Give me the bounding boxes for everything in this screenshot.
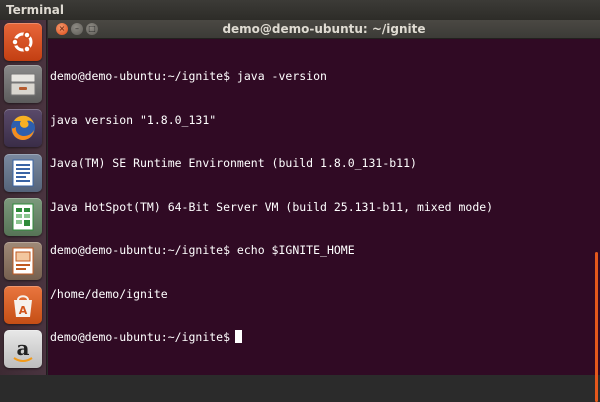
- ubuntu-software-icon[interactable]: A: [4, 286, 42, 324]
- terminal-line: demo@demo-ubuntu:~/ignite$ echo $IGNITE_…: [50, 243, 355, 257]
- launcher: A a: [0, 20, 47, 375]
- top-panel: Terminal: [0, 0, 600, 20]
- terminal-line: /home/demo/ignite: [50, 286, 168, 301]
- terminal-output[interactable]: demo@demo-ubuntu:~/ignite$ java -version…: [50, 40, 588, 375]
- active-app-title: Terminal: [6, 3, 65, 17]
- amazon-icon[interactable]: a: [4, 330, 42, 368]
- terminal-line: Java HotSpot(TM) 64-Bit Server VM (build…: [50, 199, 494, 214]
- libreoffice-impress-icon[interactable]: [4, 242, 42, 280]
- svg-text:A: A: [19, 304, 28, 317]
- libreoffice-calc-icon[interactable]: [4, 198, 42, 236]
- window-titlebar[interactable]: × – □ demo@demo-ubuntu: ~/ignite: [48, 20, 600, 39]
- terminal-prompt: demo@demo-ubuntu:~/ignite$: [50, 330, 231, 344]
- terminal-window: × – □ demo@demo-ubuntu: ~/ignite demo@de…: [48, 20, 600, 402]
- scrollbar[interactable]: [590, 40, 600, 402]
- window-title: demo@demo-ubuntu: ~/ignite: [222, 22, 426, 36]
- firefox-icon[interactable]: [4, 109, 42, 147]
- scrollbar-thumb[interactable]: [595, 252, 598, 402]
- libreoffice-writer-icon[interactable]: [4, 154, 42, 192]
- svg-text:a: a: [17, 336, 30, 360]
- terminal-line: Java(TM) SE Runtime Environment (build 1…: [50, 156, 417, 170]
- text-cursor: [235, 330, 243, 343]
- terminal-line: demo@demo-ubuntu:~/ignite$ java -version: [50, 69, 327, 83]
- files-icon[interactable]: [4, 65, 42, 103]
- terminal-line: java version "1.8.0_131": [50, 112, 217, 127]
- terminal-prompt-line[interactable]: demo@demo-ubuntu:~/ignite$: [50, 330, 588, 345]
- ubuntu-dash-icon[interactable]: [4, 23, 42, 61]
